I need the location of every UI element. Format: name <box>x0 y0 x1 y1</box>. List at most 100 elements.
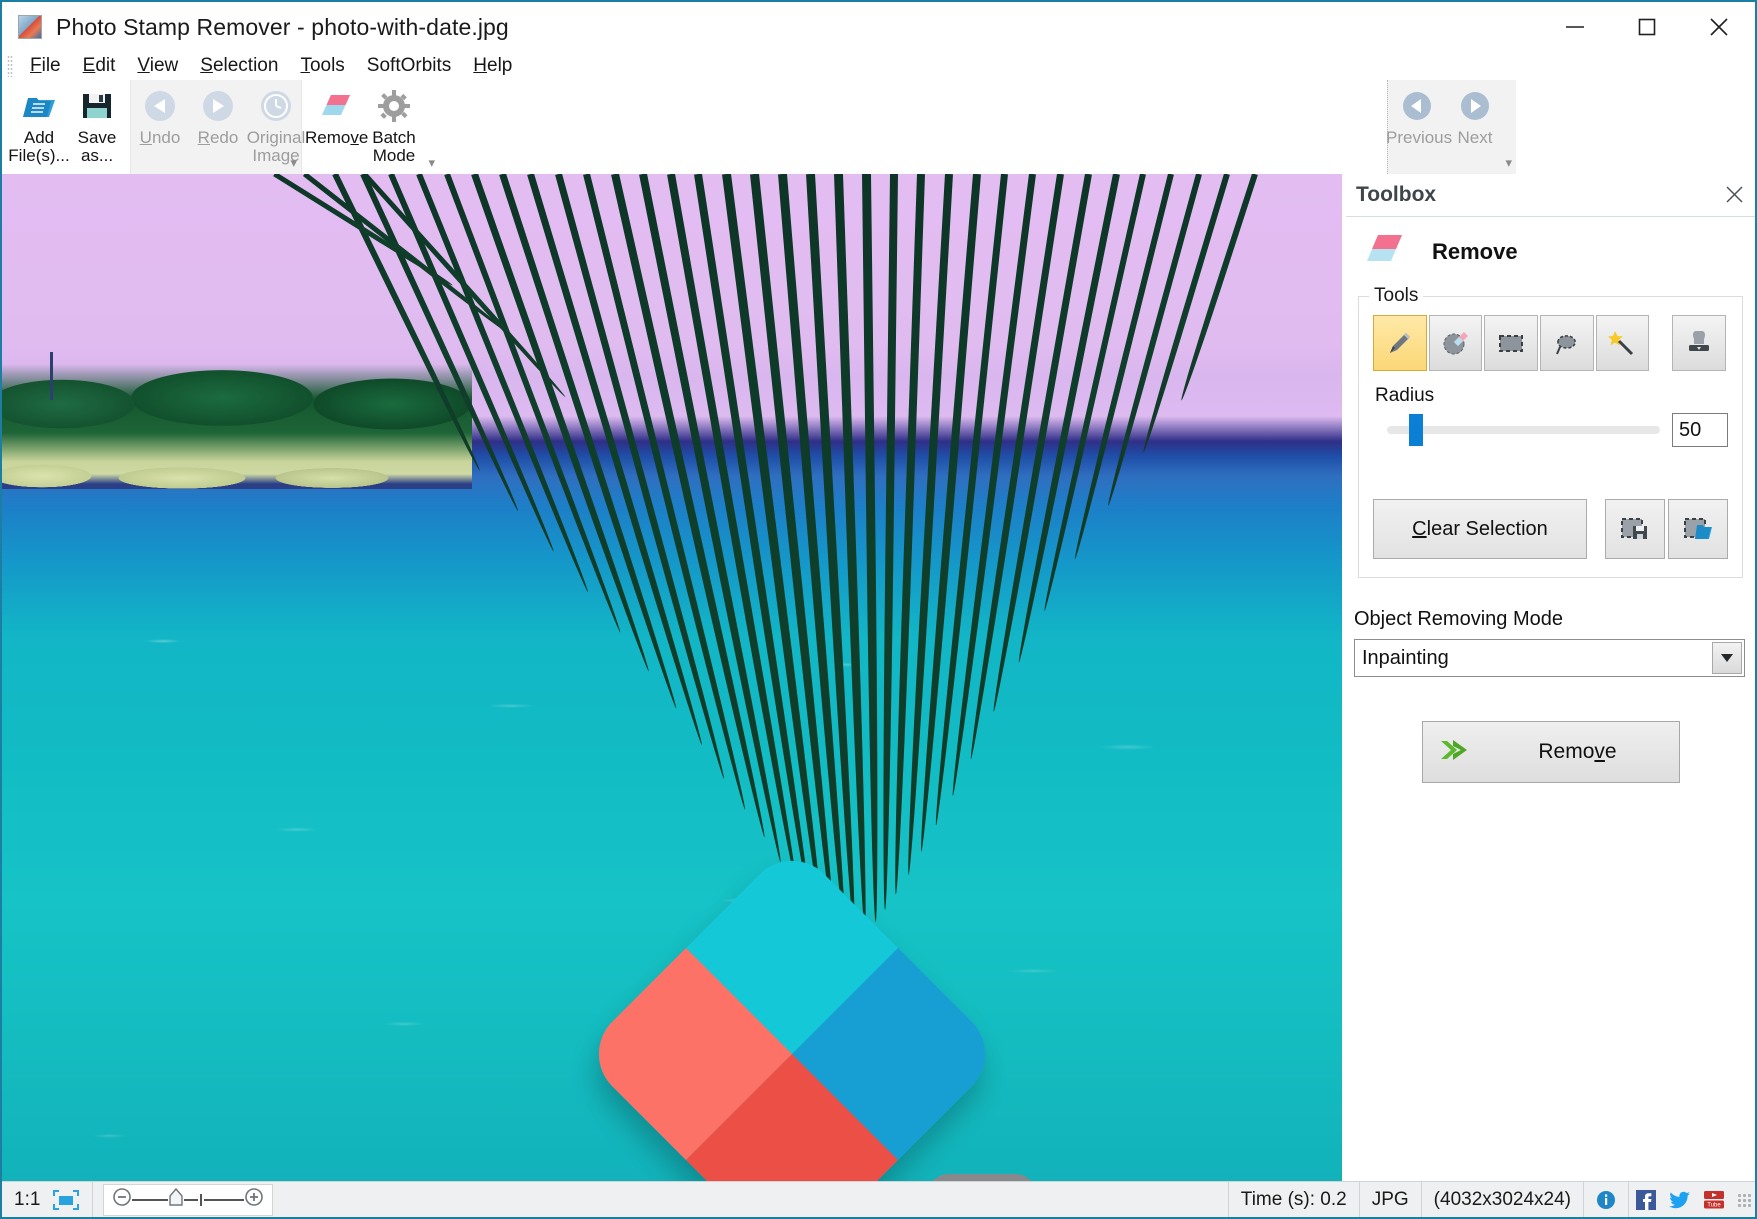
status-bar: 1:1 Time (s): 0.2 JPG (4032x3024x24) Tub… <box>2 1181 1755 1217</box>
batch-mode-label: Batch Mode <box>372 128 416 166</box>
palm-leaflet <box>880 174 898 911</box>
menu-grip-handle[interactable] <box>7 55 13 77</box>
radius-slider-row: 50 <box>1373 413 1728 447</box>
save-selection-button[interactable] <box>1605 499 1665 559</box>
radius-slider[interactable] <box>1387 414 1660 446</box>
zoom-ratio-label: 1:1 <box>14 1188 41 1210</box>
maximize-button[interactable] <box>1611 2 1683 52</box>
previous-label: Previous <box>1386 128 1453 147</box>
magic-wand-tool-button[interactable] <box>1595 315 1650 371</box>
clear-selection-button[interactable]: Clear Selection <box>1373 499 1587 559</box>
zoom-slider-thumb[interactable] <box>168 1187 184 1212</box>
floppy-save-icon <box>81 87 113 125</box>
youtube-icon[interactable]: Tube <box>1701 1189 1727 1211</box>
remove-action-button[interactable]: Remove <box>1421 721 1680 783</box>
batch-mode-button[interactable]: Batch Mode <box>365 80 423 165</box>
previous-image-button[interactable]: Previous <box>1386 80 1453 147</box>
fit-to-window-button[interactable] <box>52 1181 94 1217</box>
twitter-icon[interactable] <box>1667 1189 1693 1211</box>
remove-group-expand[interactable]: ▾ <box>428 155 435 171</box>
menu-file[interactable]: FFileile <box>19 53 72 80</box>
palm-leaflet <box>1105 174 1203 507</box>
next-image-button[interactable]: Next <box>1446 80 1504 147</box>
menu-softorbits[interactable]: SoftOrbits <box>356 53 462 80</box>
radius-slider-thumb[interactable] <box>1408 414 1423 446</box>
toolbar-history-group: Undo Redo Original Image ▾ <box>130 80 305 174</box>
clear-selection-label: Clear Selection <box>1412 517 1548 540</box>
file-format: JPG <box>1360 1181 1422 1217</box>
zoom-track-mid-left[interactable] <box>184 1198 199 1201</box>
navigation-group-expand[interactable]: ▾ <box>1505 155 1512 171</box>
chevron-down-icon[interactable] <box>1712 642 1742 674</box>
menu-help[interactable]: Help <box>462 53 523 80</box>
open-folder-icon <box>21 87 57 125</box>
zoom-in-icon[interactable] <box>244 1187 264 1212</box>
open-selection-button[interactable] <box>1668 499 1728 559</box>
facebook-icon[interactable] <box>1633 1189 1659 1211</box>
image-dimensions: (4032x3024x24) <box>1422 1181 1584 1217</box>
window-controls <box>1539 2 1755 52</box>
palm-leaflet <box>989 174 1092 713</box>
image-canvas[interactable]: 2020 / 09 / 03 <box>2 174 1342 1183</box>
app-icon <box>18 15 42 39</box>
svg-text:Tube: Tube <box>1707 1202 1721 1208</box>
menu-edit[interactable]: Edit <box>72 53 127 80</box>
radius-value-input[interactable]: 50 <box>1672 413 1728 447</box>
palm-leaflet <box>1015 174 1120 664</box>
original-image-button[interactable]: Original Image <box>247 80 305 165</box>
stamp-tool-button[interactable] <box>1672 315 1726 371</box>
menu-tools[interactable]: Tools <box>289 53 355 80</box>
menu-selection[interactable]: Selection <box>189 53 289 80</box>
undo-button[interactable]: Undo <box>131 80 189 147</box>
save-as-label: Save as... <box>77 128 117 166</box>
eraser-tool-button[interactable] <box>1428 315 1483 371</box>
redo-button[interactable]: Redo <box>189 80 247 147</box>
zoom-center-tick <box>200 1193 203 1206</box>
eraser-icon <box>1364 231 1406 272</box>
minimize-button[interactable] <box>1539 2 1611 52</box>
pencil-tool-button[interactable] <box>1373 315 1427 371</box>
resize-grip[interactable] <box>1737 1192 1751 1207</box>
selection-actions-row: Clear Selection <box>1373 499 1728 559</box>
toolbar-remove-group: Remove Batch Mode ▾ <box>305 80 435 174</box>
redo-label: Redo <box>197 128 239 147</box>
zoom-out-icon[interactable] <box>112 1187 132 1212</box>
next-label: Next <box>1457 128 1493 147</box>
save-as-button[interactable]: Save as... <box>68 80 126 165</box>
gear-icon <box>377 87 411 125</box>
tools-group-legend: Tools <box>1369 285 1424 307</box>
undo-label: Undo <box>139 128 181 147</box>
palm-leaflet <box>967 174 1064 761</box>
green-double-arrow-icon <box>1440 737 1477 768</box>
zoom-track-right[interactable] <box>204 1198 245 1201</box>
toolbox-mode-row: Remove <box>1346 217 1755 284</box>
add-files-button[interactable]: Add File(s)... <box>8 80 70 165</box>
zoom-track-left[interactable] <box>132 1198 169 1201</box>
info-button[interactable] <box>1584 1181 1629 1217</box>
redo-arrow-icon <box>201 87 235 125</box>
main-toolbar: Add File(s)... Save as... Undo Redo Orig… <box>2 80 1755 175</box>
menu-view[interactable]: View <box>126 53 189 80</box>
title-bar: Photo Stamp Remover - photo-with-date.jp… <box>2 2 1755 52</box>
lasso-select-tool-button[interactable] <box>1539 315 1594 371</box>
original-image-label: Original Image <box>246 128 306 166</box>
palm-leaflet <box>1042 174 1147 613</box>
radius-label: Radius <box>1375 385 1435 406</box>
toolbox-close-icon[interactable] <box>1721 181 1747 207</box>
palm-leaflet <box>861 174 880 922</box>
object-removing-mode-select[interactable]: Inpainting <box>1354 639 1745 677</box>
application-window: Photo Stamp Remover - photo-with-date.jp… <box>0 0 1757 1219</box>
rectangle-select-tool-button[interactable] <box>1484 315 1538 371</box>
zoom-slider-container[interactable] <box>103 1183 274 1216</box>
toolbox-mode-title: Remove <box>1432 238 1518 264</box>
toolbar-file-group: Add File(s)... Save as... <box>8 80 126 174</box>
palm-leaflet <box>892 174 926 895</box>
toolbox-panel: Toolbox Remove Tools Radius 50 Clear Sel… <box>1346 174 1755 1183</box>
close-button[interactable] <box>1683 2 1755 52</box>
remove-tool-button[interactable]: Remove <box>305 80 368 147</box>
palm-leaflet <box>1072 174 1175 560</box>
clock-history-icon <box>259 87 293 125</box>
history-group-expand[interactable]: ▾ <box>290 155 297 171</box>
palm-leaflet <box>666 174 800 885</box>
toolbox-title: Toolbox <box>1356 183 1437 206</box>
